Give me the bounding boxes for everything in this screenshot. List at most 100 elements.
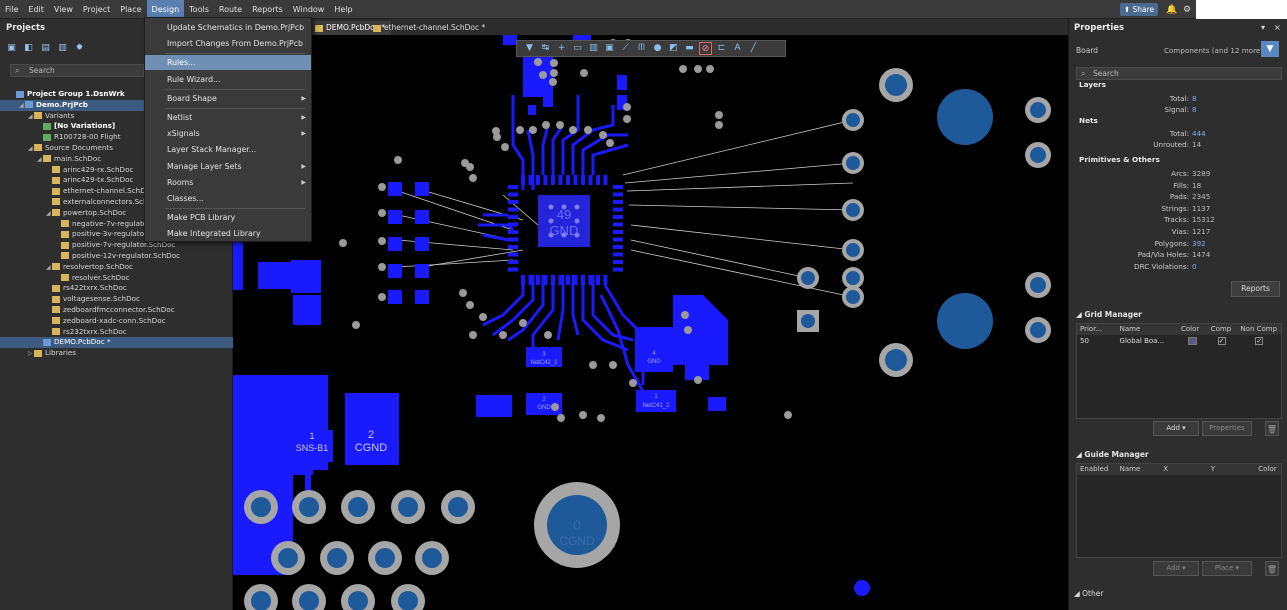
menu-route[interactable]: Route [214, 0, 247, 19]
menu-item-layer-stack-manager[interactable]: Layer Stack Manager... [145, 142, 311, 157]
menu-place[interactable]: Place [115, 0, 146, 19]
menu-item-board-shape[interactable]: Board Shape ▶ [145, 91, 311, 106]
tab-ethernet-channel[interactable]: ethernet-channel.SchDoc * [369, 21, 491, 35]
select-rect-icon[interactable]: ▭ [571, 42, 584, 55]
menu-window[interactable]: Window [288, 0, 330, 19]
ic-pin [613, 200, 623, 204]
col-noncomp[interactable]: Non Comp [1237, 324, 1281, 335]
tree-item[interactable]: ◢ resolvertop.SchDoc [0, 262, 233, 273]
tree-item[interactable]: ▷ Libraries [0, 348, 233, 359]
col-enabled[interactable]: Enabled [1077, 464, 1117, 475]
projects-panel-title: Projects [6, 23, 46, 33]
menu-item-netlist[interactable]: Netlist ▶ [145, 110, 311, 125]
table-row[interactable]: 50 Global Boa... [1077, 335, 1281, 347]
menu-item-classes[interactable]: Classes... [145, 191, 311, 206]
color-swatch[interactable] [1187, 337, 1197, 345]
filter-button[interactable]: ▼ [1261, 41, 1279, 57]
menu-file[interactable]: File [0, 0, 23, 19]
folder-icon[interactable]: ▥ [57, 43, 68, 54]
pcb-canvas[interactable]: 49 GND 1 SNS-B1 2 CGND 3 NetC42_2 2 GND … [233, 35, 1068, 610]
tree-item[interactable]: DEMO.PcbDoc * [0, 337, 233, 349]
align-icon[interactable]: ▥ [587, 42, 600, 55]
line-icon[interactable]: ╱ [747, 42, 760, 55]
stat-value[interactable]: 8 [1192, 94, 1197, 103]
open-folder-icon[interactable]: ▤ [40, 43, 51, 54]
col-name[interactable]: Name [1117, 324, 1178, 335]
close-icon[interactable]: × [1274, 23, 1281, 32]
menu-project[interactable]: Project [78, 0, 115, 19]
stat-value[interactable]: 8 [1192, 105, 1197, 114]
other-section[interactable]: ◢ Other [1074, 589, 1103, 598]
tree-item[interactable]: zedboard-xadc-conn.SchDoc [0, 316, 233, 327]
menu-item-import-changes-from-demo-prjpcb[interactable]: Import Changes From Demo.PrjPcb [145, 36, 311, 51]
menu-edit[interactable]: Edit [23, 0, 49, 19]
keepout-icon[interactable]: ⊘ [699, 42, 712, 55]
components-selector[interactable]: Components (and 12 more) [1164, 46, 1263, 55]
open-document-icon[interactable]: ◧ [23, 43, 34, 54]
pin-icon[interactable]: ▾ [1261, 23, 1265, 32]
filter-icon[interactable]: ▼ [523, 42, 536, 55]
menu-item-make-integrated-library[interactable]: Make Integrated Library [145, 226, 311, 241]
trash-icon[interactable]: 🗑 [1265, 561, 1279, 576]
col-y[interactable]: Y [1208, 464, 1256, 475]
cross-icon[interactable]: + [555, 42, 568, 55]
stat-value[interactable]: 0 [1192, 262, 1197, 271]
menu-item-rules[interactable]: Rules... [145, 55, 311, 71]
col-comp[interactable]: Comp [1208, 324, 1238, 335]
save-icon[interactable]: ▣ [6, 43, 17, 54]
via [339, 239, 347, 247]
tree-item[interactable]: rs422txrx.SchDoc [0, 283, 233, 294]
settings-icon[interactable]: ✹ [74, 43, 85, 54]
comp-checkbox[interactable] [1217, 335, 1226, 347]
reports-button[interactable]: Reports [1231, 281, 1280, 297]
tree-item[interactable]: rs232txrx.SchDoc [0, 327, 233, 338]
share-button[interactable]: ⬆ Share [1120, 3, 1158, 16]
dimension-icon[interactable]: ⊏ [715, 42, 728, 55]
col-color[interactable]: Color [1255, 464, 1281, 475]
menu-item-manage-layer-sets[interactable]: Manage Layer Sets ▶ [145, 159, 311, 174]
via [479, 313, 487, 321]
pcb-drawing[interactable]: 49 GND 1 SNS-B1 2 CGND 3 NetC42_2 2 GND … [233, 35, 1068, 610]
guide-add-button[interactable]: Add ▾ [1153, 561, 1199, 576]
menu-reports[interactable]: Reports [247, 0, 288, 19]
col-color[interactable]: Color [1178, 324, 1208, 335]
polygon-icon[interactable]: ▬ [683, 42, 696, 55]
menu-item-make-pcb-library[interactable]: Make PCB Library [145, 210, 311, 225]
bell-icon[interactable]: 🔔 [1166, 5, 1177, 15]
menu-tools[interactable]: Tools [184, 0, 214, 19]
col-x[interactable]: X [1160, 464, 1208, 475]
guide-place-button[interactable]: Place ▾ [1202, 561, 1252, 576]
menu-help[interactable]: Help [329, 0, 357, 19]
col-name[interactable]: Name [1117, 464, 1161, 475]
grid-properties-button[interactable]: Properties [1202, 421, 1252, 436]
col-priority[interactable]: Prior... [1077, 324, 1117, 335]
gear-icon[interactable]: ⚙ [1182, 5, 1192, 15]
noncomp-checkbox[interactable] [1255, 335, 1264, 347]
menu-separator [165, 108, 305, 109]
tree-item[interactable]: voltagesense.SchDoc [0, 294, 233, 305]
menu-item-update-schematics-in-demo-prjpcb[interactable]: Update Schematics in Demo.PrjPcb [145, 20, 311, 35]
menu-item-rule-wizard[interactable]: Rule Wizard... [145, 72, 311, 87]
properties-search-input[interactable]: ⌕ Search [1076, 67, 1282, 80]
stat-value[interactable]: 392 [1192, 239, 1206, 248]
projects-search-input[interactable]: ⌕ Search [10, 64, 144, 77]
via [539, 71, 547, 79]
fill-icon[interactable]: ◩ [667, 42, 680, 55]
component-icon[interactable]: ▣ [603, 42, 616, 55]
tree-item[interactable]: positive-12v-regulator.SchDoc [0, 251, 233, 262]
trash-icon[interactable]: 🗑 [1265, 421, 1279, 436]
stat-label: DRC Violations: [1134, 261, 1189, 271]
menu-item-xsignals[interactable]: xSignals ▶ [145, 126, 311, 141]
menu-item-rooms[interactable]: Rooms ▶ [145, 175, 311, 190]
move-icon[interactable]: ↹ [539, 42, 552, 55]
menu-design[interactable]: Design [146, 0, 185, 19]
tree-item[interactable]: resolver.SchDoc [0, 273, 233, 284]
tree-item[interactable]: zedboardfmcconnector.SchDoc [0, 305, 233, 316]
menu-view[interactable]: View [49, 0, 78, 19]
diff-pair-icon[interactable]: ᗰ [635, 42, 648, 55]
route-icon[interactable]: ⟋ [619, 42, 632, 55]
text-icon[interactable]: A [731, 42, 744, 55]
grid-add-button[interactable]: Add ▾ [1153, 421, 1199, 436]
via-icon[interactable]: ● [651, 42, 664, 55]
stat-value[interactable]: 444 [1192, 129, 1206, 138]
